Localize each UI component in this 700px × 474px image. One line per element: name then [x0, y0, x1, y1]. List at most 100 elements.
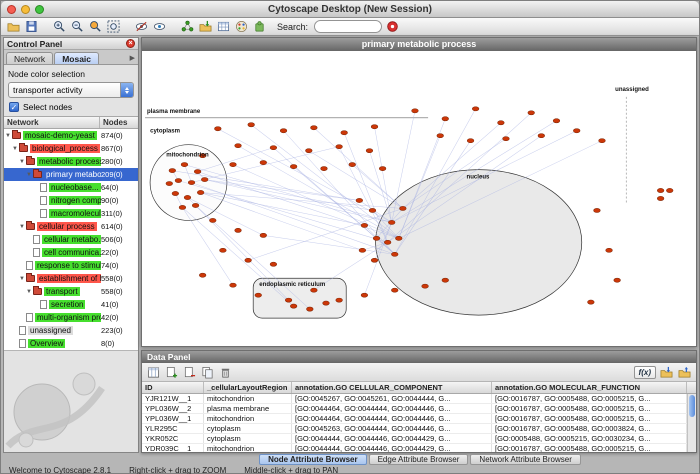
network-node[interactable] — [311, 288, 318, 292]
expander-icon[interactable]: ▼ — [25, 172, 33, 178]
network-node[interactable] — [230, 163, 237, 167]
network-node[interactable] — [235, 144, 242, 148]
network-node[interactable] — [181, 163, 188, 167]
tab-network-attribute-browser[interactable]: Network Attribute Browser — [470, 454, 580, 465]
open-session-icon[interactable] — [6, 19, 21, 34]
zoom-selected-icon[interactable] — [88, 19, 103, 34]
network-node[interactable] — [538, 134, 545, 138]
table-row[interactable]: YDR039C__1mitochondrion[GO:0044444, GO:0… — [142, 444, 687, 452]
network-node[interactable] — [197, 190, 204, 194]
tree-item[interactable]: nucleobase...64(0) — [4, 181, 138, 194]
network-node[interactable] — [379, 167, 386, 171]
network-node[interactable] — [214, 127, 221, 131]
network-node[interactable] — [599, 139, 606, 143]
tree-item[interactable]: cell communica...22(0) — [4, 246, 138, 259]
table-scrollbar[interactable] — [687, 394, 696, 452]
show-all-icon[interactable] — [152, 19, 167, 34]
close-panel-icon[interactable]: × — [126, 39, 135, 48]
network-node[interactable] — [194, 169, 201, 173]
network-node[interactable] — [305, 149, 312, 153]
network-node[interactable] — [175, 178, 182, 182]
new-network-icon[interactable] — [180, 19, 195, 34]
network-node[interactable] — [614, 278, 621, 282]
tree-item[interactable]: macromolecule...311(0) — [4, 207, 138, 220]
network-node[interactable] — [290, 304, 297, 308]
tree-item[interactable]: ▼biological_process867(0) — [4, 142, 138, 155]
table-row[interactable]: YKR052Ccytoplasm[GO:0044444, GO:0044446,… — [142, 434, 687, 444]
network-edge[interactable] — [294, 167, 395, 255]
network-node[interactable] — [311, 126, 318, 130]
close-button[interactable] — [7, 5, 16, 14]
network-edge[interactable] — [251, 125, 399, 239]
network-edge[interactable] — [218, 129, 392, 223]
network-node[interactable] — [588, 300, 595, 304]
network-canvas[interactable]: plasma membranecytoplasmmitochondrionnuc… — [142, 51, 696, 346]
delete-attribute-icon[interactable] — [182, 365, 197, 380]
zoom-out-icon[interactable] — [70, 19, 85, 34]
network-node[interactable] — [361, 293, 368, 297]
network-node[interactable] — [285, 298, 292, 302]
network-node[interactable] — [369, 208, 376, 212]
network-node[interactable] — [359, 248, 366, 252]
trash-icon[interactable] — [218, 365, 233, 380]
tree-item[interactable]: ▼metabolic process280(0) — [4, 155, 138, 168]
network-view-title[interactable]: primary metabolic process — [142, 38, 696, 51]
tree-item[interactable]: ▼cellular process614(0) — [4, 220, 138, 233]
expander-icon[interactable]: ▼ — [25, 289, 33, 295]
tree-item[interactable]: Overview8(0) — [4, 337, 138, 350]
network-node[interactable] — [172, 191, 179, 195]
expander-icon[interactable]: ▼ — [18, 276, 26, 282]
network-node[interactable] — [323, 301, 330, 305]
import-network-icon[interactable] — [198, 19, 213, 34]
network-node[interactable] — [391, 288, 398, 292]
tab-network[interactable]: Network — [6, 52, 53, 64]
network-node[interactable] — [437, 134, 444, 138]
import-attributes-file-icon[interactable] — [659, 365, 674, 380]
network-node[interactable] — [442, 278, 449, 282]
network-node[interactable] — [503, 137, 510, 141]
network-node[interactable] — [270, 262, 277, 266]
network-node[interactable] — [442, 117, 449, 121]
select-nodes-checkbox[interactable]: ✓ — [9, 102, 19, 112]
network-node[interactable] — [255, 293, 262, 297]
network-node[interactable] — [373, 236, 380, 240]
tree-item[interactable]: nitrogen compo...90(0) — [4, 194, 138, 207]
save-session-icon[interactable] — [24, 19, 39, 34]
table-row[interactable]: YLR295Ccytoplasm[GO:0045263, GO:0044444,… — [142, 424, 687, 434]
network-node[interactable] — [341, 131, 348, 135]
network-node[interactable] — [192, 203, 199, 207]
tab-mosaic[interactable]: Mosaic — [54, 52, 99, 64]
network-node[interactable] — [472, 107, 479, 111]
node-color-dropdown[interactable]: transporter activity — [8, 82, 134, 98]
tab-node-attribute-browser[interactable]: Node Attribute Browser — [259, 454, 367, 465]
network-node[interactable] — [657, 196, 664, 200]
network-node[interactable] — [179, 205, 186, 209]
column-header[interactable]: _cellularLayoutRegion — [204, 382, 292, 393]
export-attributes-file-icon[interactable] — [677, 365, 692, 380]
network-edge[interactable] — [233, 165, 399, 239]
network-node[interactable] — [391, 252, 398, 256]
network-node[interactable] — [498, 121, 505, 125]
network-node[interactable] — [230, 283, 237, 287]
minimize-button[interactable] — [21, 5, 30, 14]
import-attributes-icon[interactable] — [216, 19, 231, 34]
network-node[interactable] — [188, 180, 195, 184]
network-node[interactable] — [280, 129, 287, 133]
network-edge[interactable] — [182, 207, 293, 306]
network-node[interactable] — [399, 206, 406, 210]
expander-icon[interactable]: ▼ — [4, 133, 12, 139]
tab-scroll-right-icon[interactable]: ▶ — [130, 54, 138, 64]
tree-item[interactable]: ▼establishment of lo...558(0) — [4, 272, 138, 285]
network-node[interactable] — [201, 177, 208, 181]
network-node[interactable] — [260, 233, 267, 237]
network-node[interactable] — [594, 208, 601, 212]
network-node[interactable] — [336, 298, 343, 302]
search-input[interactable] — [314, 20, 382, 33]
expander-icon[interactable]: ▼ — [18, 224, 26, 230]
tree-item[interactable]: unassigned223(0) — [4, 324, 138, 337]
scrollbar-thumb[interactable] — [689, 395, 695, 417]
network-edge[interactable] — [182, 207, 233, 285]
network-node[interactable] — [467, 139, 474, 143]
network-node[interactable] — [245, 258, 252, 262]
network-node[interactable] — [388, 220, 395, 224]
